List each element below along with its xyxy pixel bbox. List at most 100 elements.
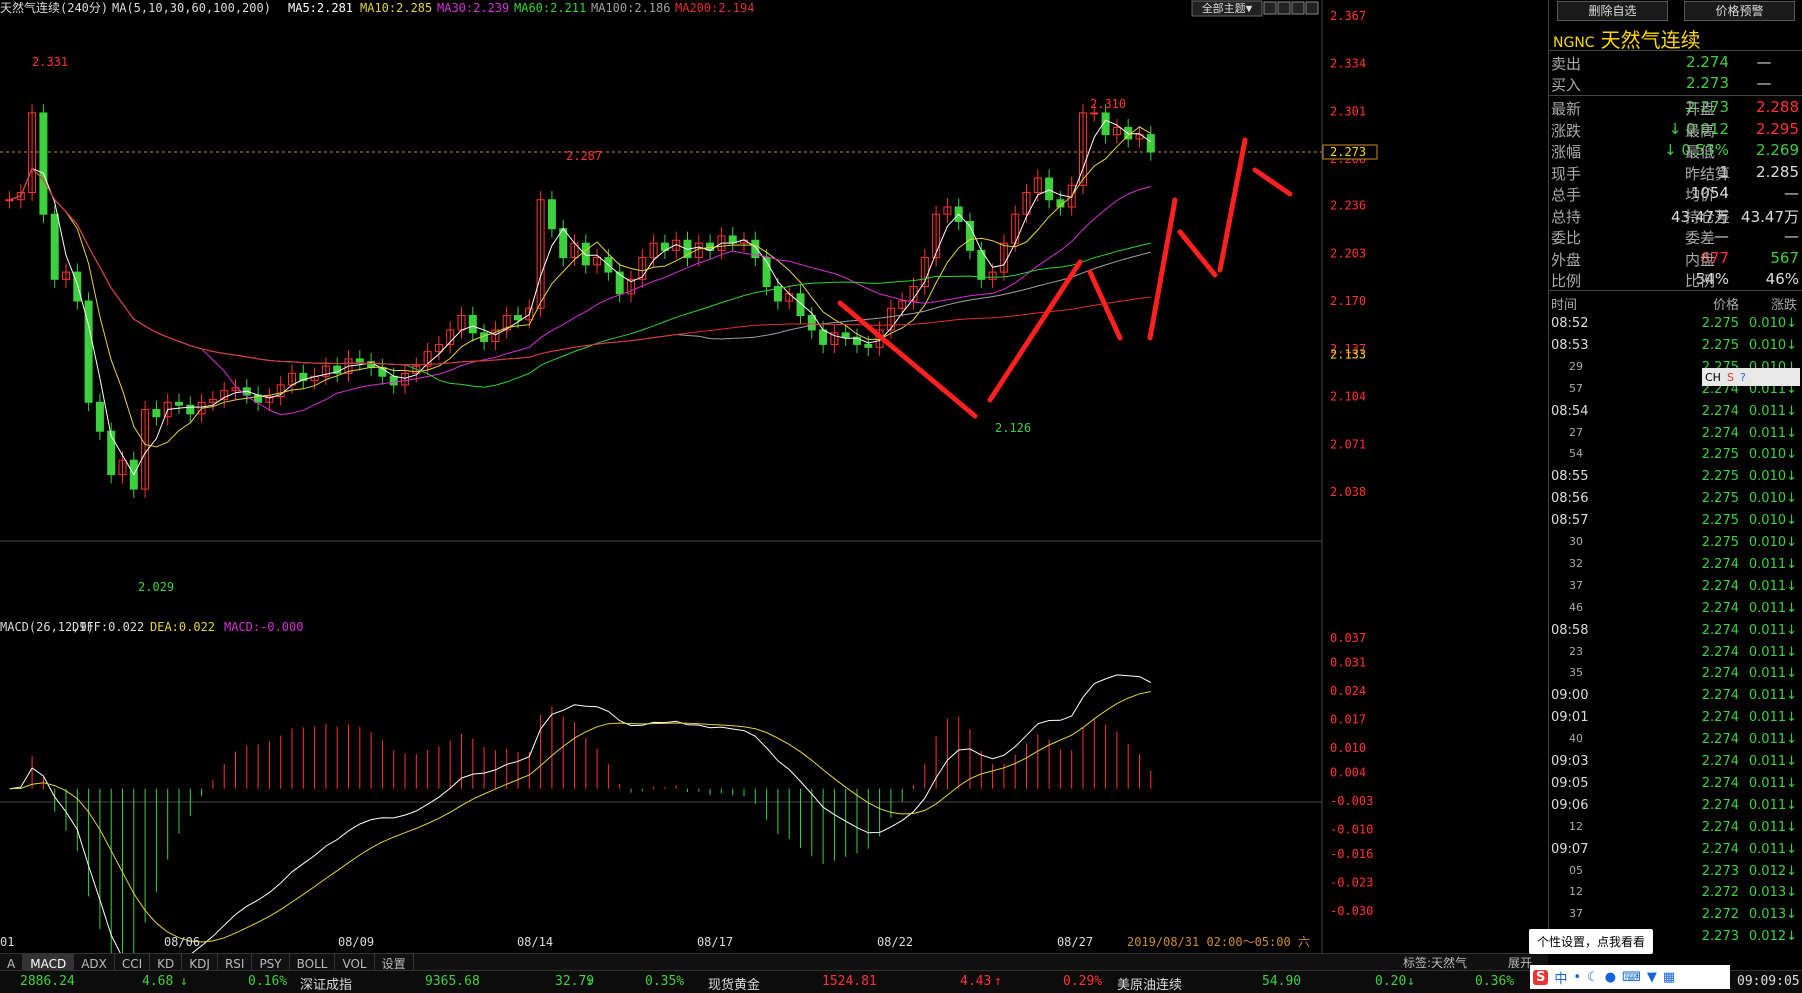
punct-icon[interactable]: • [1573,970,1581,985]
tick-row: 08:56 2.275 0.010↓ [1549,488,1802,510]
tick-change: 0.011↓ [1748,775,1797,791]
tick-price: 2.274 [1701,578,1739,594]
kline-chart[interactable]: 天然气连续(240分) MA(5,10,30,60,100,200) MA5:2.2… [0,0,1548,953]
tick-row: 05 2.273 0.012↓ [1549,861,1802,883]
price-alert-button[interactable]: 价格预警 [1684,1,1795,21]
candle-body [5,199,14,202]
drawn-arrow [1177,229,1218,278]
sogou-icon[interactable]: S [1533,969,1549,985]
quote-label: 总手 [1551,186,1582,204]
candle-body [39,112,48,215]
date-tick: 08/06 [164,935,200,949]
candle-body [107,430,116,476]
date-tick: 08/09 [338,935,374,949]
lang-icon[interactable]: 中 [1554,968,1567,987]
quote-row: 最新 2.273 开盘 2.288 [1549,97,1802,118]
candle-body [841,332,850,338]
quote-label: 涨跌 [1551,121,1582,140]
quote-row: 总持 43.47万 持仓差 43.47万 [1549,205,1802,226]
tick-row: 30 2.275 0.010↓ [1549,532,1802,554]
tick-change: 0.011↓ [1748,688,1797,704]
date-tick: 01 [0,935,14,949]
tick-price: 2.275 [1701,513,1739,529]
price-tick: 2.170 [1330,294,1366,308]
tick-row: 35 2.274 0.011↓ [1549,663,1802,685]
tick-time: 54 [1569,447,1583,461]
fullscreen-icon[interactable] [1305,1,1319,15]
macd-tick: 0.024 [1330,684,1366,698]
tick-price: 2.275 [1701,535,1739,550]
tick-row: 09:03 2.274 0.011↓ [1549,751,1802,773]
quote-label: 比例 [1551,272,1582,290]
price-tick: 2.334 [1330,57,1366,71]
grid-icon[interactable]: ▦ [1663,970,1675,985]
ma30-line [9,167,1151,416]
current-price-label: 2.273 [1330,145,1366,159]
tick-change: 0.011↓ [1748,710,1797,726]
quote-value: 2.285 [1756,162,1799,181]
price-tick: 2.038 [1330,485,1366,499]
macd-dea: DEA:0.022 [150,620,215,634]
tick-price: 2.274 [1701,688,1739,704]
moon-icon[interactable]: ☾ [1587,970,1599,985]
tick-change: 0.011↓ [1748,556,1797,572]
tick-row: 54 2.275 0.010↓ [1549,444,1802,466]
tick-change: 0.013↓ [1748,907,1797,923]
tick-price: 2.273 [1701,929,1739,945]
zoom-in-icon[interactable] [1263,1,1277,15]
settings-tooltip[interactable]: 个性设置，点我看看 [1529,929,1654,954]
tick-price: 2.274 [1701,600,1739,616]
ma10-value: MA10:2.285 [360,1,432,15]
ma5-line [9,119,1152,476]
quote-row: 现手 1 昨结算 2.285 [1549,162,1802,183]
tick-time: 23 [1569,644,1583,658]
tick-price: 2.272 [1701,885,1739,901]
tick-time: 09:03 [1551,754,1589,769]
expand-button[interactable]: 展开 [1508,954,1532,971]
macd-tick: 0.010 [1330,741,1366,755]
theme-button-label: 全部主题▼ [1202,1,1253,15]
quote-label: 最新 [1551,100,1582,118]
tick-time: 27 [1569,425,1583,439]
macd-diff: DIFF:0.022 [72,620,144,634]
ime-toolbar[interactable]: S 中 • ☾ ● ⌨ ▼ ▦ [1530,965,1730,989]
candle-body [1146,134,1155,153]
quote-label: 均价 [1685,186,1716,204]
quote-label: 最高 [1685,121,1716,140]
high-annotation: 2.331 [32,55,68,69]
ma200-value: MA200:2.194 [675,1,754,15]
candle-body [514,314,522,321]
tick-change: 0.010↓ [1748,469,1797,485]
quote-label: 委比 [1551,229,1582,247]
zoom-out-icon[interactable] [1277,1,1291,15]
tick-price: 2.274 [1701,556,1739,572]
shirt-icon[interactable]: ▼ [1647,970,1657,985]
drawn-arrow [1217,137,1248,273]
tick-row: 27 2.274 0.011↓ [1549,423,1802,445]
delete-watchlist-button[interactable]: 删除自选 [1557,1,1668,21]
tick-row: 09:07 2.274 0.011↓ [1549,839,1802,861]
candle-body [581,242,590,266]
tick-change: 0.011↓ [1748,622,1797,638]
tick-change: 0.010↓ [1748,447,1797,463]
candle-body [152,409,161,418]
candle-body [95,401,104,432]
tick-price: 2.275 [1701,447,1739,463]
quote-label: 开盘 [1685,100,1716,118]
chart-title: 天然气连续(240分) [0,0,108,15]
expand-icon[interactable] [1291,1,1305,15]
low-annotation: 2.126 [995,421,1031,435]
ma10-line [9,126,1152,448]
quote-value: 2.295 [1756,119,1799,138]
ime-floating-badge[interactable]: CH S? [1702,368,1800,386]
tick-row: 08:54 2.274 0.011↓ [1549,401,1802,423]
mic-icon[interactable]: ● [1605,970,1616,985]
tick-change: 0.010↓ [1748,337,1797,353]
chart-area[interactable]: 天然气连续(240分) MA(5,10,30,60,100,200) MA5:2.2… [0,0,1548,953]
tick-change: 0.011↓ [1748,754,1797,769]
drawn-arrow [1252,167,1293,197]
keyboard-icon[interactable]: ⌨ [1622,970,1641,985]
tick-price: 2.273 [1701,863,1739,879]
macd-value: MACD:-0.000 [224,620,303,634]
quote-label: 昨结算 [1685,164,1731,183]
